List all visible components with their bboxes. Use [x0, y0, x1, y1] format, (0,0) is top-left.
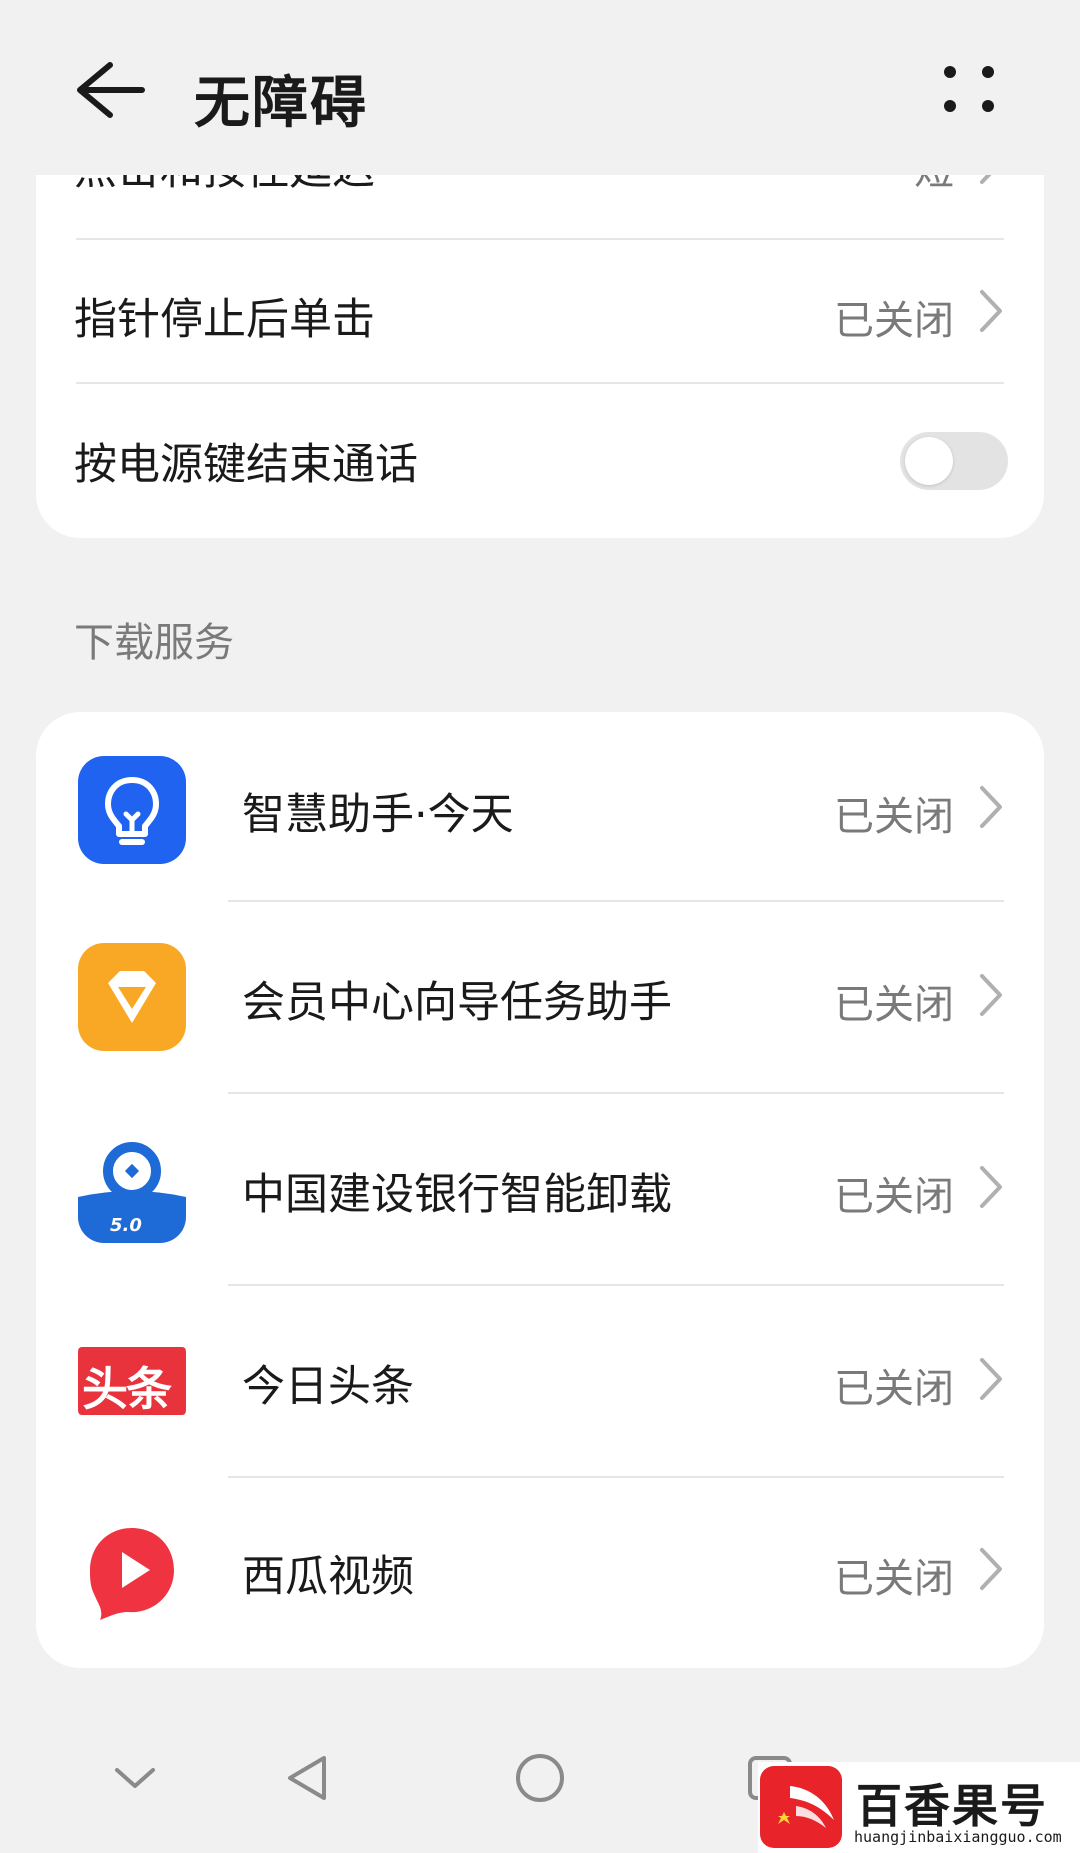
watermark-url: huangjinbaixiangguo.com [854, 1828, 1062, 1846]
settings-card: 点击和按住延迟 短 指针停止后单击 已关闭 按电源键结束通话 [36, 150, 1044, 538]
download-services-card: 智慧助手·今天 已关闭 会员中心向导任务助手 已关闭 5.0 中国建设银行智能卸 [36, 712, 1044, 1668]
chevron-right-icon [980, 1166, 1002, 1208]
toutiao-icon: 头条 [78, 1327, 186, 1435]
service-row-xigua[interactable]: 西瓜视频 已关闭 [36, 1478, 1044, 1668]
page-title: 无障碍 [194, 71, 368, 136]
section-title: 下载服务 [74, 620, 234, 666]
service-name: 中国建设银行智能卸载 [242, 1170, 672, 1220]
setting-row-dwell-click[interactable]: 指针停止后单击 已关闭 [36, 240, 1044, 382]
lightbulb-icon [78, 756, 186, 864]
more-options-icon[interactable] [940, 60, 1000, 120]
chevron-right-icon [980, 290, 1002, 332]
service-status: 已关闭 [834, 1366, 954, 1412]
chevron-right-icon [980, 1548, 1002, 1590]
service-name: 智慧助手·今天 [242, 790, 514, 840]
service-status: 已关闭 [834, 1556, 954, 1602]
toggle-knob [905, 437, 953, 485]
service-row-smart-assistant[interactable]: 智慧助手·今天 已关闭 [36, 712, 1044, 900]
service-status: 已关闭 [834, 794, 954, 840]
service-status: 已关闭 [834, 982, 954, 1028]
power-key-end-call-toggle[interactable] [900, 432, 1008, 490]
diamond-icon [78, 943, 186, 1051]
service-name: 西瓜视频 [242, 1552, 414, 1602]
app-header: 无障碍 [0, 0, 1080, 175]
collapse-icon[interactable] [95, 1740, 175, 1820]
service-row-toutiao[interactable]: 头条 今日头条 已关闭 [36, 1286, 1044, 1476]
xigua-icon [78, 1516, 186, 1624]
ccb-icon: 5.0 [78, 1135, 186, 1243]
chevron-right-icon [980, 1358, 1002, 1400]
chevron-right-icon [980, 974, 1002, 1016]
watermark-brand: 百香果号 [856, 1779, 1048, 1833]
chevron-right-icon [980, 786, 1002, 828]
setting-value: 已关闭 [834, 298, 954, 344]
watermark-logo-icon [760, 1766, 842, 1848]
ccb-version-label: 5.0 [110, 1215, 142, 1236]
back-triangle-icon[interactable] [268, 1740, 348, 1820]
service-row-member-center[interactable]: 会员中心向导任务助手 已关闭 [36, 902, 1044, 1092]
service-name: 会员中心向导任务助手 [242, 978, 672, 1028]
setting-row-power-ends-call: 按电源键结束通话 [36, 384, 1044, 534]
service-status: 已关闭 [834, 1174, 954, 1220]
setting-label: 指针停止后单击 [74, 295, 375, 345]
service-name: 今日头条 [242, 1362, 414, 1412]
home-circle-icon[interactable] [500, 1740, 580, 1820]
service-row-ccb-uninstall[interactable]: 5.0 中国建设银行智能卸载 已关闭 [36, 1094, 1044, 1284]
back-arrow-icon[interactable] [70, 55, 150, 125]
watermark: 百香果号 huangjinbaixiangguo.com [758, 1762, 1080, 1853]
setting-label: 按电源键结束通话 [74, 440, 418, 490]
toutiao-logo-text: 头条 [82, 1362, 172, 1416]
